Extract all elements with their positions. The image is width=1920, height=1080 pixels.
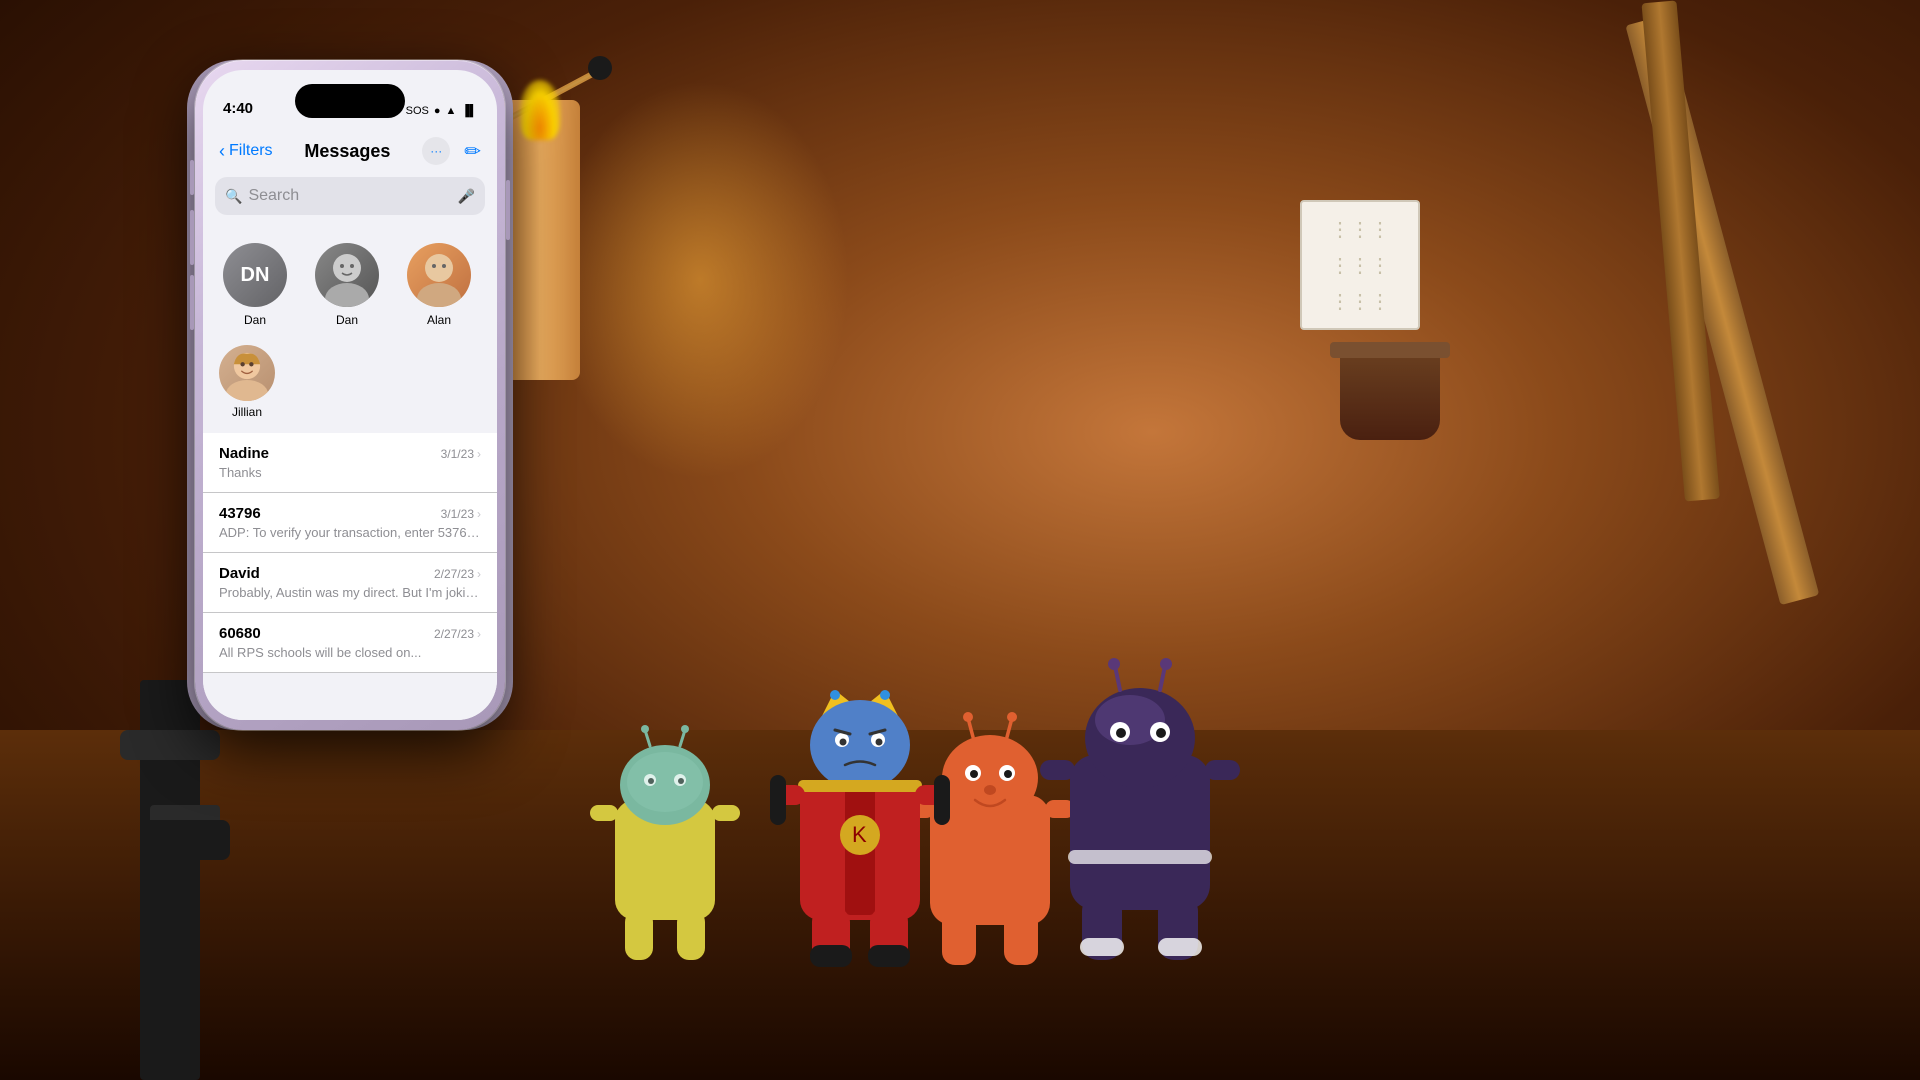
avatar-dan-photo [315,243,379,307]
pinned-contact-jillian[interactable]: Jillian [219,345,275,419]
svg-text:K: K [852,822,867,847]
search-placeholder: Search [248,187,451,205]
iphone: 4:40 SOS ● ▲ ▐▌ ‹ Filters Messages ··· ✏ [195,60,505,730]
contact-name-dan-dn: Dan [244,313,266,327]
pinned-contacts-row: DN Dan Dan [203,225,497,345]
msg-sender-60680: 60680 [219,625,261,642]
status-icons: SOS ● ▲ ▐▌ [406,105,477,117]
search-icon: 🔍 [225,188,242,205]
battery-icon: ▐▌ [461,105,477,117]
message-item-nadine[interactable]: Nadine 3/1/23 › Thanks [203,433,497,493]
pinned-contact-dan-photo[interactable]: Dan [315,243,379,327]
chevron-icon-david: › [477,567,481,581]
chevron-icon-43796: › [477,507,481,521]
status-time: 4:40 [223,100,253,117]
contact-name-jillian: Jillian [232,405,262,419]
msg-preview-david: Probably, Austin was my direct. But I'm … [219,585,481,600]
section-separator [203,425,497,433]
avatar-alan [407,243,471,307]
message-list: Nadine 3/1/23 › Thanks 43796 3/1/23 [203,425,497,720]
message-item-60680[interactable]: 60680 2/27/23 › All RPS schools will be … [203,613,497,673]
message-item-david[interactable]: David 2/27/23 › Probably, Austin was my … [203,553,497,613]
candle-flame [520,80,560,140]
msg-date-60680: 2/27/23 › [434,627,481,641]
phone-screen: 4:40 SOS ● ▲ ▐▌ ‹ Filters Messages ··· ✏ [203,70,497,720]
compose-icon[interactable]: ✏ [464,139,481,164]
back-chevron-icon: ‹ [219,141,225,162]
search-bar[interactable]: 🔍 Search 🎤 [215,177,485,215]
message-item-43796[interactable]: 43796 3/1/23 › ADP: To verify your trans… [203,493,497,553]
pinned-contact-alan[interactable]: Alan [407,243,471,327]
android-king-figure: K [770,660,950,980]
power-button[interactable] [506,180,510,240]
android-dark-figure [1040,650,1240,980]
silent-switch[interactable] [190,160,194,195]
msg-preview-60680: All RPS schools will be closed on... [219,645,481,660]
contact-name-alan: Alan [427,313,451,327]
android-teal-figure [590,710,740,980]
msg-sender-nadine: Nadine [219,445,269,462]
android-figures-group: K [540,500,1340,1000]
nav-bar: ‹ Filters Messages ··· ✏ [203,125,497,177]
more-icon[interactable]: ··· [422,137,450,165]
sos-indicator: SOS [406,105,429,117]
msg-preview-43796: ADP: To verify your transaction, enter 5… [219,525,481,540]
mic-icon[interactable]: 🎤 [458,188,475,205]
back-label[interactable]: Filters [229,142,273,160]
chevron-icon-60680: › [477,627,481,641]
signal-icon: ● [434,105,441,117]
wooden-pot [1340,350,1440,440]
avatar-dan-dn: DN [223,243,287,307]
msg-preview-nadine: Thanks [219,465,481,480]
volume-down-button[interactable] [190,275,194,330]
phone-clamp [140,820,230,860]
msg-date-nadine: 3/1/23 › [441,447,481,461]
msg-sender-david: David [219,565,260,582]
msg-date-david: 2/27/23 › [434,567,481,581]
msg-date-43796: 3/1/23 › [441,507,481,521]
dynamic-island [295,84,405,118]
avatar-jillian [219,345,275,401]
phone-shell: 4:40 SOS ● ▲ ▐▌ ‹ Filters Messages ··· ✏ [195,60,505,730]
tripod-pole [140,680,200,1080]
nav-action-icons: ··· ✏ [422,137,481,165]
pinned-contact-dan-dn[interactable]: DN Dan [223,243,287,327]
wifi-icon: ▲ [446,105,457,117]
nav-title: Messages [304,141,390,162]
chevron-icon-nadine: › [477,447,481,461]
nav-back-button[interactable]: ‹ Filters [219,141,273,162]
msg-sender-43796: 43796 [219,505,261,522]
decorative-box [1300,200,1420,330]
contact-name-dan-photo: Dan [336,313,358,327]
volume-up-button[interactable] [190,210,194,265]
